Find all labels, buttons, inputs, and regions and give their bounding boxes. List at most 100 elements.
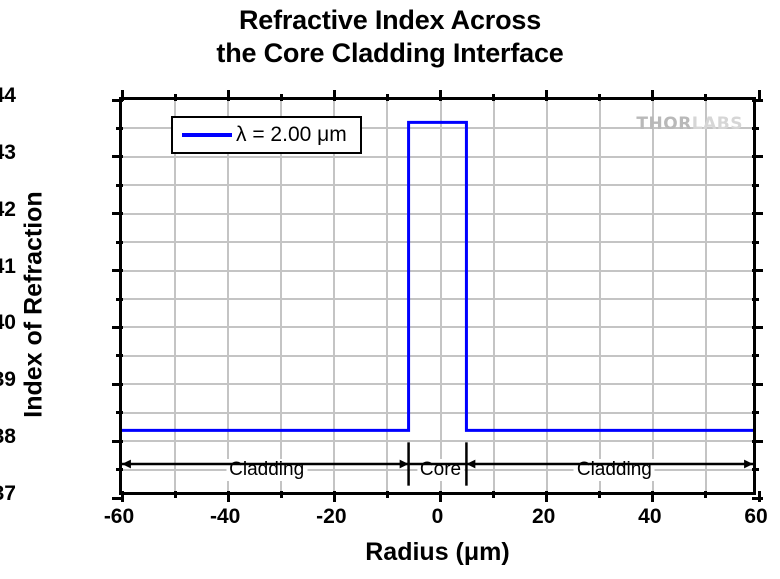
x-tick-minor xyxy=(173,491,177,498)
gridline-horizontal xyxy=(122,411,753,414)
gridline-vertical xyxy=(280,100,283,492)
gridline-vertical xyxy=(439,100,442,492)
y-tick-right xyxy=(752,269,763,273)
y-tick-minor xyxy=(116,183,123,187)
x-tick-major xyxy=(120,491,124,502)
annotation-arrowhead xyxy=(466,459,476,469)
gridline-vertical xyxy=(704,100,707,492)
x-tick-minor xyxy=(279,491,283,498)
gridline-horizontal xyxy=(122,269,753,272)
y-tick-minor xyxy=(116,126,123,130)
y-tick-label: 1.437 xyxy=(0,482,16,505)
gridline-horizontal xyxy=(122,354,753,357)
legend-label-lambda: λ = 2.00 μm xyxy=(236,123,347,146)
annotation-arrowhead xyxy=(122,459,131,469)
y-tick-major xyxy=(112,382,123,386)
watermark-thor: THOR xyxy=(636,114,692,134)
y-tick-right xyxy=(752,155,763,159)
y-tick-right xyxy=(752,439,763,443)
x-tick-minor xyxy=(385,491,389,498)
y-tick-major xyxy=(112,212,123,216)
x-tick-top xyxy=(704,94,708,101)
y-tick-label: 1.440 xyxy=(0,311,16,335)
x-tick-top xyxy=(120,90,124,101)
y-tick-label: 1.439 xyxy=(0,368,16,392)
page-title: Refractive Index Across the Core Claddin… xyxy=(0,4,780,70)
gridline-vertical xyxy=(386,100,389,492)
gridline-horizontal xyxy=(122,241,753,244)
x-tick-minor xyxy=(598,491,602,498)
region-label: Cladding xyxy=(226,458,308,481)
gridline-horizontal xyxy=(122,326,753,329)
plot-area: Cladding Core Cladding λ = 2.00 μm THORLAB… xyxy=(112,90,763,502)
x-tick-top xyxy=(173,94,177,101)
plot-inner: Cladding Core Cladding xyxy=(122,100,753,492)
gridline-vertical xyxy=(174,100,177,492)
x-tick-label: -60 xyxy=(103,505,135,528)
legend-swatch-lambda xyxy=(182,133,232,137)
gridline-horizontal xyxy=(122,440,753,443)
thorlabs-watermark: THORLABS xyxy=(636,114,743,134)
y-tick-right xyxy=(752,411,759,415)
gridline-vertical xyxy=(492,100,495,492)
gridline-vertical xyxy=(651,100,654,492)
title-line-2: the Core Cladding Interface xyxy=(216,38,564,68)
annotation-arrowhead xyxy=(399,459,409,469)
y-tick-minor xyxy=(116,297,123,301)
y-tick-right xyxy=(752,212,763,216)
gridline-vertical xyxy=(227,100,230,492)
x-tick-label: 60 xyxy=(744,505,768,528)
x-tick-top xyxy=(332,90,336,101)
x-tick-top xyxy=(598,94,602,101)
gridline-vertical xyxy=(598,100,601,492)
y-tick-right xyxy=(752,183,759,187)
x-tick-label: -40 xyxy=(209,505,241,528)
gridline-horizontal xyxy=(122,184,753,187)
x-tick-label: 40 xyxy=(638,505,662,528)
x-tick-major xyxy=(226,491,230,502)
y-tick-major xyxy=(112,439,123,443)
x-tick-minor xyxy=(492,491,496,498)
gridline-vertical xyxy=(333,100,336,492)
y-tick-right xyxy=(752,240,759,244)
x-tick-label: 20 xyxy=(531,505,556,528)
gridline-horizontal xyxy=(122,298,753,300)
legend: λ = 2.00 μm xyxy=(171,116,362,154)
y-tick-label: 1.442 xyxy=(0,197,16,221)
x-tick-major xyxy=(757,491,761,502)
gridline-vertical xyxy=(545,100,548,492)
gridline-horizontal xyxy=(122,155,753,158)
watermark-labs: LABS xyxy=(691,114,743,134)
x-tick-top xyxy=(226,90,230,101)
y-tick-right xyxy=(752,354,759,358)
y-tick-minor xyxy=(116,468,123,472)
x-tick-top xyxy=(385,94,389,101)
x-tick-top xyxy=(279,94,283,101)
gridline-horizontal xyxy=(122,383,753,386)
x-tick-major xyxy=(545,491,549,502)
x-tick-top xyxy=(492,94,496,101)
y-tick-minor xyxy=(116,240,123,244)
y-tick-right xyxy=(752,325,763,329)
y-tick-minor xyxy=(116,354,123,358)
x-tick-label: 0 xyxy=(431,505,444,528)
data-trace xyxy=(122,100,753,492)
x-axis-title: Radius (μm) xyxy=(365,538,510,566)
x-tick-top xyxy=(545,90,549,101)
title-line-1: Refractive Index Across xyxy=(238,5,542,35)
x-tick-major xyxy=(651,491,655,502)
x-tick-major xyxy=(439,491,442,502)
region-annotations xyxy=(122,100,753,492)
y-tick-right xyxy=(752,297,759,301)
y-tick-minor xyxy=(116,411,123,415)
y-tick-label: 1.443 xyxy=(0,140,16,164)
y-tick-right xyxy=(752,468,759,472)
y-tick-major xyxy=(112,325,123,329)
gridline-horizontal xyxy=(122,212,753,215)
y-tick-right xyxy=(752,382,763,386)
region-label: Cladding xyxy=(573,458,655,481)
x-tick-label: -20 xyxy=(316,505,347,528)
y-tick-label: 1.444 xyxy=(0,84,16,107)
y-tick-major xyxy=(112,269,123,273)
x-tick-top xyxy=(439,90,442,101)
